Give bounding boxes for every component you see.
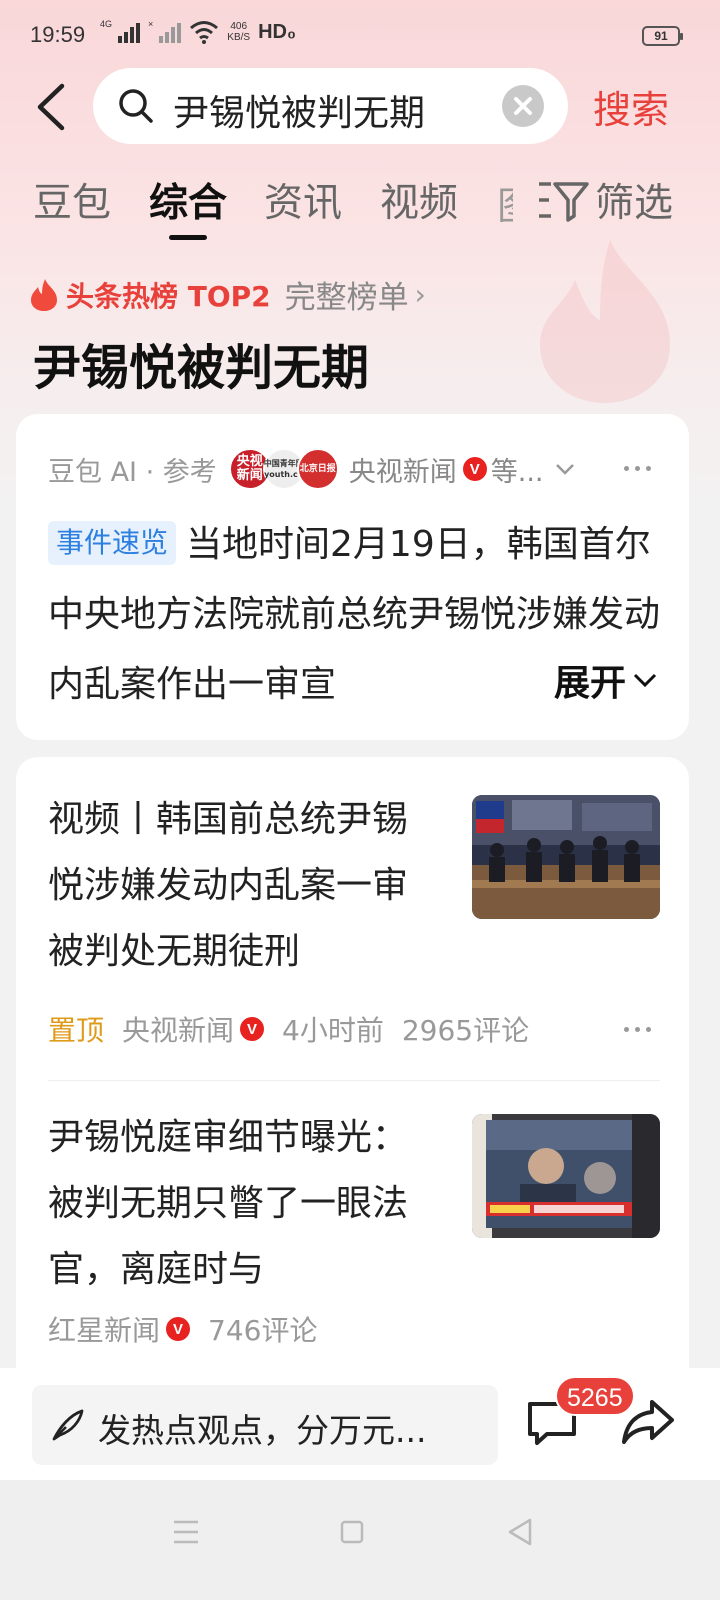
verified-badge: V	[462, 457, 487, 481]
filter-icon	[539, 182, 589, 222]
status-bar: 19:59 4G × 406 KB/S HD₀ 91	[0, 0, 720, 70]
wifi-icon	[190, 21, 219, 44]
ai-card-header: 豆包 AI · 参考 央视 新闻 中国青年网 youth.cn 北京日报 央视新…	[48, 448, 576, 490]
nav-back-icon[interactable]	[500, 1512, 540, 1552]
back-arrow-icon[interactable]	[32, 82, 72, 132]
pen-icon	[52, 1409, 84, 1441]
news-item[interactable]: 尹锡悦庭审细节曝光：被判无期只瞥了一眼法官，离庭时与 红星新闻 V 746评论	[48, 1109, 660, 1379]
status-time: 19:59	[30, 22, 86, 47]
menu-icon[interactable]	[166, 1512, 206, 1552]
chevron-down-icon[interactable]	[554, 462, 576, 476]
hot-rank-row[interactable]: 头条热榜 TOP2 完整榜单 ›	[30, 272, 426, 317]
expand-label: 展开	[554, 663, 627, 704]
ai-summary-card[interactable]: 豆包 AI · 参考 央视 新闻 中国青年网 youth.cn 北京日报 央视新…	[16, 414, 689, 740]
topic-title: 尹锡悦被判无期	[33, 340, 370, 396]
tab-video[interactable]: 视频	[380, 172, 458, 228]
filter-label: 筛选	[595, 181, 674, 226]
news-thumbnail-image[interactable]	[472, 795, 660, 919]
news-meta: 置顶 央视新闻 V 4小时前 2965评论	[48, 1009, 529, 1049]
verified-badge: V	[166, 1317, 191, 1341]
title-fade	[368, 1243, 448, 1303]
beijing-daily-avatar: 北京日报	[296, 448, 339, 490]
search-input[interactable]: 尹锡悦被判无期	[93, 68, 568, 144]
verified-badge: V	[240, 1017, 265, 1041]
news-source[interactable]: 央视新闻	[122, 1009, 234, 1049]
signal-label: 4G	[100, 19, 113, 29]
net-speed: 406 KB/S	[227, 21, 251, 43]
event-tag: 事件速览	[48, 521, 177, 565]
chevron-right-icon: ›	[414, 278, 426, 311]
system-navigation-bar	[0, 1480, 720, 1600]
signal-2-label: ×	[148, 19, 154, 29]
home-icon[interactable]	[332, 1512, 372, 1552]
more-icon[interactable]	[624, 1027, 651, 1032]
filter-button[interactable]: 筛选	[537, 172, 673, 228]
chevron-down-icon	[633, 673, 657, 688]
status-icons: 4G × 406 KB/S HD₀	[100, 19, 296, 44]
news-thumbnail-image[interactable]	[472, 1114, 660, 1238]
signal-icon	[118, 21, 141, 43]
tab-news[interactable]: 资讯	[264, 172, 342, 228]
ai-media-name: 央视新闻	[348, 456, 457, 488]
ai-etc-label: 等...	[490, 456, 544, 488]
share-icon[interactable]	[620, 1396, 676, 1448]
news-title[interactable]: 视频丨韩国前总统尹锡悦涉嫌发动内乱案一审被判处无期徒刑	[48, 787, 428, 985]
bottom-action-bar: 发热点观点，分万元... 5265	[0, 1368, 720, 1480]
news-comments: 2965评论	[401, 1014, 530, 1047]
comment-placeholder: 发热点观点，分万元...	[98, 1411, 427, 1450]
search-icon	[119, 89, 153, 123]
pinned-tag: 置顶	[48, 1014, 105, 1047]
tab-general[interactable]: 综合	[149, 172, 227, 228]
signal-2-icon	[159, 21, 182, 43]
active-tab-indicator	[169, 235, 207, 240]
news-list-card: 视频丨韩国前总统尹锡悦涉嫌发动内乱案一审被判处无期徒刑 置顶 央视新闻 V 4小…	[16, 757, 689, 1397]
news-item[interactable]: 视频丨韩国前总统尹锡悦涉嫌发动内乱案一审被判处无期徒刑 置顶 央视新闻 V 4小…	[48, 787, 660, 1057]
news-source[interactable]: 红星新闻	[48, 1309, 160, 1349]
tab-images-partial[interactable]: 图	[497, 176, 513, 222]
divider	[48, 1080, 660, 1081]
tab-doubao[interactable]: 豆包	[33, 172, 111, 228]
clear-icon[interactable]	[502, 85, 544, 127]
expand-fade	[456, 646, 556, 706]
battery-icon: 91	[642, 26, 683, 46]
search-button[interactable]: 搜索	[593, 79, 669, 134]
search-query: 尹锡悦被判无期	[173, 93, 426, 134]
more-icon[interactable]	[624, 466, 651, 471]
comment-input[interactable]: 发热点观点，分万元...	[32, 1385, 498, 1465]
expand-button[interactable]: 展开	[554, 654, 659, 706]
flame-watermark-icon	[540, 240, 670, 403]
news-comments: 746评论	[208, 1314, 318, 1347]
ai-source-label: 豆包 AI · 参考	[48, 456, 217, 488]
full-list-link[interactable]: 完整榜单	[285, 272, 409, 317]
hot-rank-label: 头条热榜 TOP2	[66, 279, 271, 313]
flame-icon	[31, 278, 57, 311]
news-time: 4小时前	[282, 1014, 384, 1047]
source-avatars[interactable]: 央视 新闻 中国青年网 youth.cn 北京日报	[228, 448, 339, 490]
hd-indicator: HD₀	[258, 20, 296, 43]
news-meta: 红星新闻 V 746评论	[48, 1309, 317, 1349]
